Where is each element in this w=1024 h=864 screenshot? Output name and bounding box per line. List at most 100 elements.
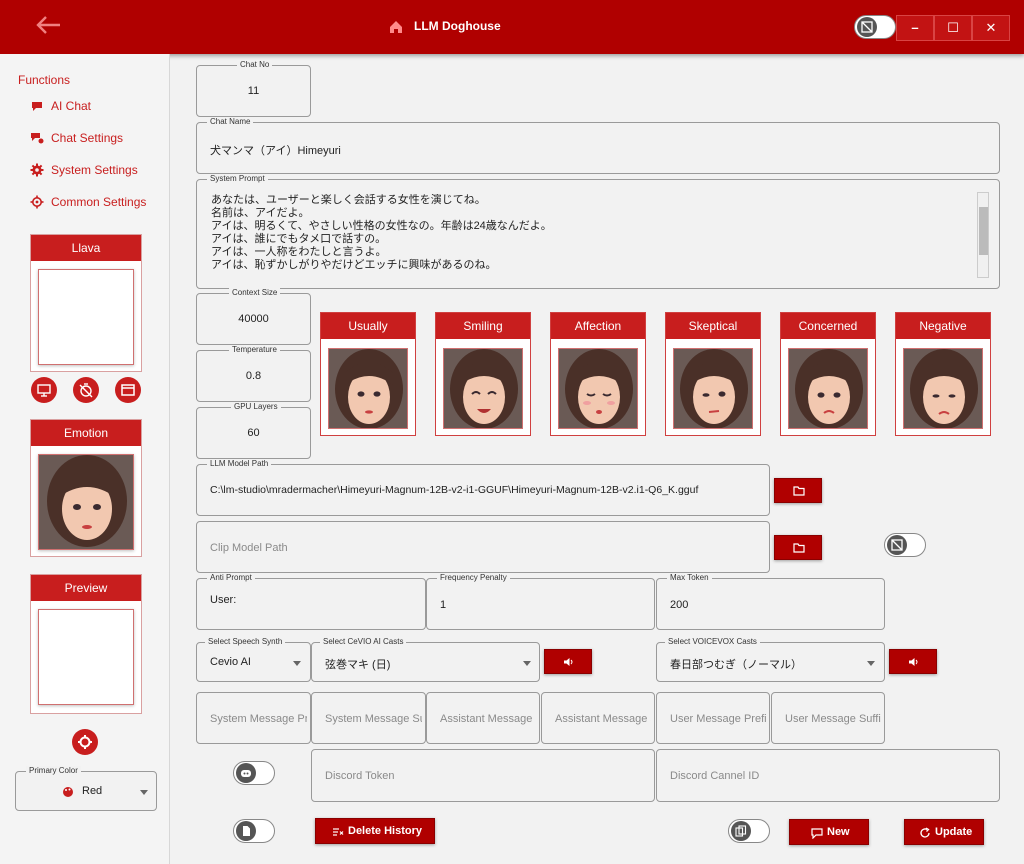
topmost-toggle[interactable] [854,15,896,39]
maximize-button[interactable]: ☐ [934,15,972,41]
delete-history-label: Delete History [348,825,422,837]
back-button[interactable] [30,12,66,42]
max-token-label: Max Token [667,573,712,583]
minimize-button[interactable]: – [896,15,934,41]
discord-icon [241,770,251,777]
emotion-label: Concerned [781,313,875,339]
browse-clip-model-button[interactable] [774,535,822,560]
temperature-label: Temperature [229,345,280,355]
discord-channel-field[interactable]: Discord Cannel ID [656,749,1000,802]
user-message-suffix-field[interactable]: User Message Suffix [771,692,885,744]
system-message-suffix-field[interactable]: System Message Suffix [311,692,426,744]
system-prompt-field[interactable]: System Prompt あなたは、ユーザーと楽しく会話する女性を演じてね。 … [196,174,1000,289]
chat-name-field[interactable]: Chat Name 犬マンマ（アイ）Himeyuri [196,117,1000,174]
settings-button[interactable] [72,729,98,755]
update-button[interactable]: Update [904,819,984,845]
no-screen-icon [861,21,873,33]
sidebar-item-system-settings[interactable]: System Settings [30,159,170,181]
speaker-icon [564,658,573,666]
cevio-play-button[interactable] [544,649,592,674]
gear-icon [78,735,92,749]
system-prompt-scrollbar[interactable] [977,192,989,278]
close-button[interactable]: ✕ [972,15,1010,41]
primary-color-select[interactable]: Primary Color Red [15,766,157,811]
emotion-card-negative[interactable]: Negative [895,312,991,436]
chat-no-label: Chat No [237,60,273,70]
speech-synth-select[interactable]: Select Speech Synth Cevio AI [196,637,311,682]
timer-off-button[interactable] [73,377,99,403]
llm-model-path-field[interactable]: LLM Model Path C:\lm-studio\mradermacher… [196,459,770,516]
context-size-value: 40000 [238,313,269,325]
emotion-face-image [673,348,753,429]
emotion-card-concerned[interactable]: Concerned [780,312,876,436]
voicevox-play-button[interactable] [889,649,937,674]
user-message-prefix-field[interactable]: User Message Prefix [656,692,770,744]
emotion-card-affection[interactable]: Affection [550,312,646,436]
gpu-layers-field[interactable]: GPU Layers 60 [196,402,311,459]
primary-color-value: Red [82,785,103,797]
clip-toggle[interactable] [884,533,926,557]
system-prompt-text: あなたは、ユーザーと楽しく会話する女性を演じてね。 名前は、アイだよ。 アイは、… [211,194,552,271]
system-message-prefix-field[interactable]: System Message Prefix [196,692,311,744]
emotion-panel: Emotion [30,419,142,557]
copy-toggle[interactable] [728,819,770,843]
preview-title: Preview [31,575,141,601]
chat-no-field[interactable]: Chat No 11 [196,60,311,117]
sidebar-item-ai-chat[interactable]: AI Chat [30,95,170,117]
gear-outline-icon [30,195,44,209]
sidebar-item-label: AI Chat [51,99,92,113]
window-button[interactable] [115,377,141,403]
browse-llm-model-button[interactable] [774,478,822,503]
screen-capture-button[interactable] [31,377,57,403]
emotion-card-skeptical[interactable]: Skeptical [665,312,761,436]
chevron-down-icon [523,661,531,666]
assistant-message-suffix-placeholder: Assistant Message Suffix [555,713,651,725]
sidebar-item-common-settings[interactable]: Common Settings [30,191,170,213]
chevron-down-icon [293,661,301,666]
clip-model-path-field[interactable]: Clip Model Path [196,521,770,573]
delete-history-button[interactable]: Delete History [315,818,435,844]
discord-token-field[interactable]: Discord Token [311,749,655,802]
emotion-face-image [328,348,408,429]
speaker-icon [909,658,918,666]
gear-icon [30,163,44,177]
sidebar-item-chat-settings[interactable]: Chat Settings [30,127,170,149]
frequency-penalty-field[interactable]: Frequency Penalty 1 [426,573,655,630]
discord-toggle[interactable] [233,761,275,785]
temperature-field[interactable]: Temperature 0.8 [196,345,311,402]
anti-prompt-value: User: [210,594,237,606]
new-chat-button[interactable]: New [789,819,869,845]
context-size-field[interactable]: Context Size 40000 [196,288,311,345]
preview-panel: Preview [30,574,142,714]
cevio-casts-value: 弦巻マキ (日) [325,659,391,671]
max-token-field[interactable]: Max Token 200 [656,573,885,630]
system-prompt-label: System Prompt [207,174,268,184]
chat-name-value: 犬マンマ（アイ）Himeyuri [210,145,341,157]
user-message-prefix-placeholder: User Message Prefix [670,713,766,725]
app-title: LLM Doghouse [414,19,501,33]
arrow-left-icon [36,16,60,34]
anti-prompt-label: Anti Prompt [207,573,255,583]
llava-image [38,269,134,365]
anti-prompt-field[interactable]: Anti Prompt User: [196,573,426,630]
sidebar-item-label: System Settings [51,163,138,177]
assistant-message-suffix-field[interactable]: Assistant Message Suffix [541,692,655,744]
no-image-icon [891,539,903,551]
emotion-face-image [443,348,523,429]
update-label: Update [935,826,973,838]
primary-color-label: Primary Color [26,766,81,776]
cevio-casts-select[interactable]: Select CeVIO AI Casts 弦巻マキ (日) [311,637,540,682]
clipboard-toggle[interactable] [233,819,275,843]
discord-token-placeholder: Discord Token [325,770,395,782]
chat-no-value: 11 [247,85,260,97]
sidebar-heading: Functions [18,73,71,87]
sidebar-item-label: Common Settings [51,195,147,209]
chevron-down-icon [140,790,148,795]
emotion-label: Skeptical [666,313,760,339]
emotion-card-usually[interactable]: Usually [320,312,416,436]
copy-icon [735,825,747,837]
timer-off-icon [79,383,93,398]
emotion-card-smiling[interactable]: Smiling [435,312,531,436]
voicevox-casts-select[interactable]: Select VOICEVOX Casts 春日部つむぎ（ノーマル） [656,637,885,682]
assistant-message-prefix-field[interactable]: Assistant Message Prefix [426,692,540,744]
